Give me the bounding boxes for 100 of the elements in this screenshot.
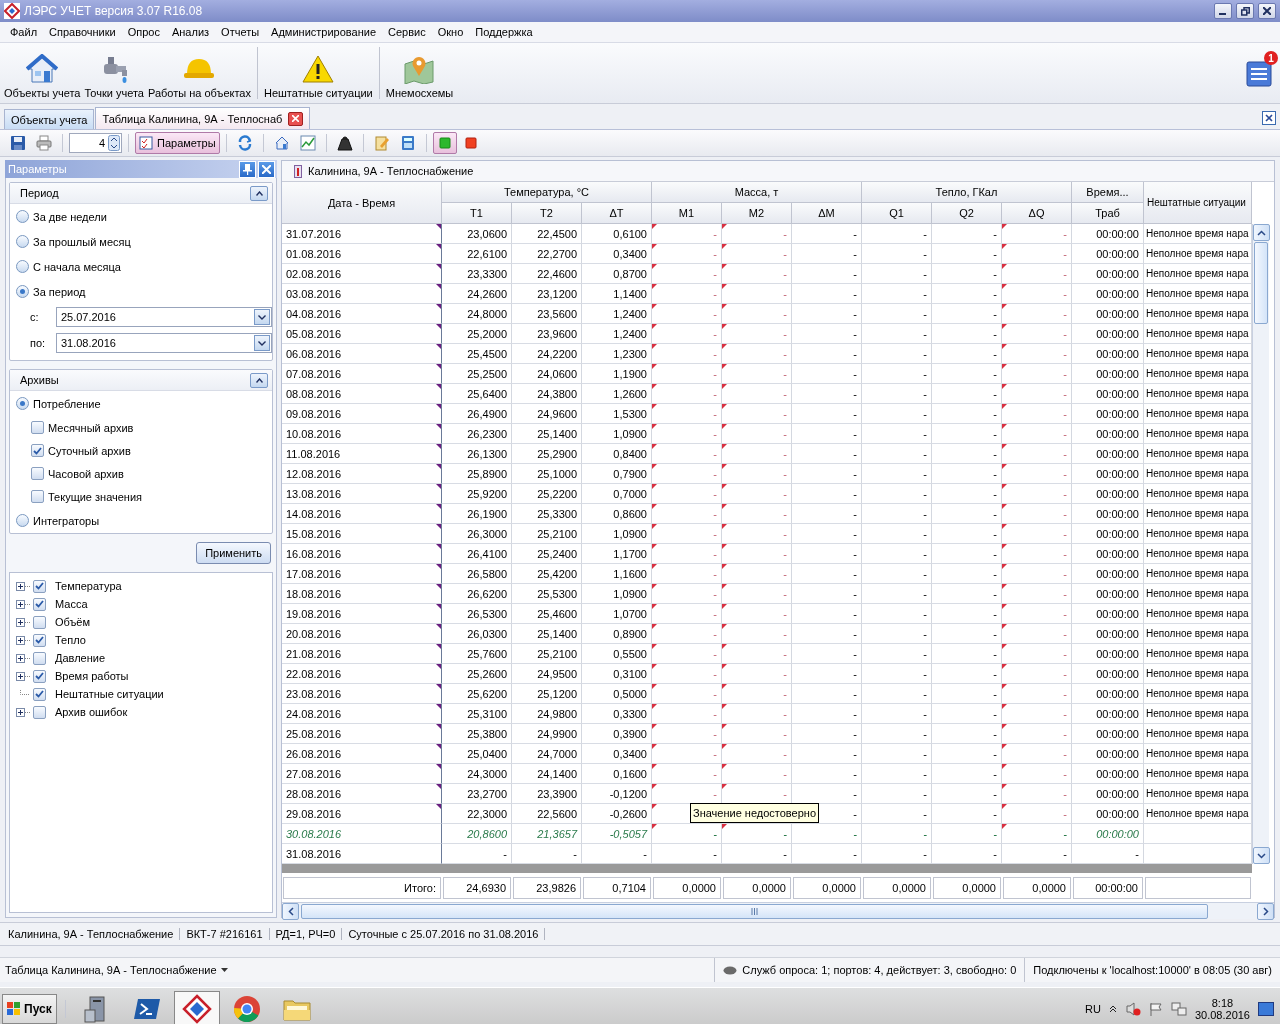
pin-button[interactable] — [239, 160, 256, 178]
radio-option[interactable]: Потребление — [10, 391, 272, 416]
expand-icon[interactable] — [16, 635, 30, 645]
scroll-left-button[interactable] — [282, 902, 299, 920]
checkbox-option[interactable]: Суточный архив — [10, 439, 272, 462]
expand-icon[interactable] — [16, 617, 30, 627]
expand-icon[interactable] — [16, 599, 30, 609]
speaker-muted-icon[interactable] — [1124, 1001, 1141, 1017]
language-indicator[interactable]: RU — [1085, 1003, 1101, 1015]
toolbar-button[interactable]: Работы на объектах — [145, 43, 253, 103]
menu-item[interactable]: Справочники — [43, 26, 122, 38]
checkbox-option[interactable]: Текущие значения — [10, 485, 272, 508]
tree-item[interactable]: Нештатные ситуации — [55, 688, 164, 700]
checkbox[interactable] — [31, 421, 44, 434]
radio-button[interactable] — [16, 210, 29, 223]
menu-item[interactable]: Сервис — [382, 26, 432, 38]
dropdown-button[interactable] — [254, 335, 270, 351]
minimize-button[interactable] — [1214, 3, 1232, 19]
scroll-right-button[interactable] — [1257, 902, 1274, 920]
radio-option[interactable]: За прошлый месяц — [10, 229, 272, 254]
scroll-down-button[interactable] — [1253, 847, 1270, 864]
document-tab[interactable]: Объекты учета — [4, 109, 95, 129]
tree-item[interactable]: Масса — [55, 598, 88, 610]
radio-button[interactable] — [16, 514, 29, 527]
parameters-button[interactable]: Параметры — [135, 132, 220, 154]
close-button[interactable] — [1258, 3, 1276, 19]
column-header[interactable]: ΔT — [582, 203, 652, 224]
show-desktop-icon[interactable] — [1258, 1002, 1274, 1016]
scrollbar-thumb[interactable] — [301, 903, 1208, 919]
radio-option[interactable]: С начала месяца — [10, 254, 272, 279]
checkbox[interactable] — [33, 579, 46, 593]
tab-close-button[interactable] — [288, 111, 304, 126]
checkbox[interactable] — [33, 615, 46, 629]
chevron-up-icon[interactable] — [1108, 1005, 1117, 1013]
date-field[interactable]: 25.07.2016 — [55, 307, 272, 327]
checkbox[interactable] — [33, 687, 46, 701]
column-header[interactable]: M1 — [652, 203, 722, 224]
tree-item[interactable]: Давление — [55, 652, 106, 664]
radio-option[interactable]: Интеграторы — [10, 508, 272, 533]
toolbar-button[interactable]: Нештатные ситуации — [261, 43, 375, 103]
collapse-button[interactable] — [250, 372, 268, 388]
menu-item[interactable]: Анализ — [165, 26, 216, 38]
column-header[interactable]: ΔM — [792, 203, 862, 224]
apply-button[interactable]: Применить — [196, 542, 271, 564]
column-header[interactable]: Q2 — [932, 203, 1002, 224]
checkbox-option[interactable]: Месячный архив — [10, 416, 272, 439]
radio-option[interactable]: За период — [10, 279, 272, 304]
flag-icon[interactable] — [1148, 1002, 1163, 1016]
count-spinner[interactable]: 4 — [69, 133, 122, 153]
radio-option[interactable]: За две недели — [10, 204, 272, 229]
expand-icon[interactable] — [16, 707, 30, 717]
toolbar-button[interactable]: Мнемосхемы — [383, 43, 456, 103]
taskbar-app[interactable] — [173, 991, 220, 1024]
menu-item[interactable]: Окно — [431, 26, 470, 38]
menu-item[interactable]: Администрирование — [265, 26, 382, 38]
tree-item[interactable]: Тепло — [55, 634, 86, 646]
checkbox[interactable] — [33, 597, 46, 611]
column-header[interactable]: ΔQ — [1002, 203, 1072, 224]
checkbox[interactable] — [33, 633, 46, 647]
network-icon[interactable] — [1170, 1001, 1187, 1017]
scroll-up-button[interactable] — [1253, 224, 1270, 241]
radio-button[interactable] — [16, 285, 29, 298]
expand-icon[interactable] — [16, 581, 30, 591]
expand-icon[interactable] — [16, 671, 30, 681]
column-header[interactable]: T1 — [442, 203, 512, 224]
toolbar-button[interactable]: Объекты учета — [2, 43, 83, 103]
checkbox[interactable] — [31, 490, 44, 503]
scrollbar-thumb[interactable] — [1254, 242, 1268, 324]
toolbar-button[interactable]: Точки учета — [82, 43, 146, 103]
menu-item[interactable]: Файл — [4, 26, 44, 38]
column-header[interactable]: Траб — [1072, 203, 1144, 224]
radio-button[interactable] — [16, 397, 29, 410]
checkbox[interactable] — [33, 651, 46, 665]
clock[interactable]: 8:18 30.08.2016 — [1194, 997, 1250, 1021]
column-header[interactable]: Q1 — [862, 203, 932, 224]
date-field[interactable]: 31.08.2016 — [55, 333, 272, 353]
document-tab[interactable]: Таблица Калинина, 9А - Теплоснаб — [95, 107, 311, 129]
checkbox[interactable] — [31, 444, 44, 457]
start-button[interactable]: Пуск — [2, 994, 57, 1024]
tree-item[interactable]: Время работы — [55, 670, 129, 682]
close-icon[interactable] — [1262, 111, 1276, 125]
expand-icon[interactable] — [16, 653, 30, 663]
dropdown-button[interactable] — [254, 309, 270, 325]
radio-button[interactable] — [16, 260, 29, 273]
checkbox-option[interactable]: Часовой архив — [10, 462, 272, 485]
collapse-button[interactable] — [250, 185, 268, 201]
column-header[interactable]: Дата - Время — [282, 182, 442, 224]
checkbox[interactable] — [31, 467, 44, 480]
tree-item[interactable]: Архив ошибок — [55, 706, 128, 718]
column-header[interactable]: Нештатные ситуации — [1144, 182, 1252, 224]
checkbox[interactable] — [33, 669, 46, 683]
tree-item[interactable]: Температура — [55, 580, 122, 592]
tree-item[interactable]: Объём — [55, 616, 91, 628]
column-header[interactable]: T2 — [512, 203, 582, 224]
menu-item[interactable]: Отчеты — [215, 26, 266, 38]
radio-button[interactable] — [16, 235, 29, 248]
menu-item[interactable]: Поддержка — [469, 26, 539, 38]
menu-item[interactable]: Опрос — [121, 26, 166, 38]
maximize-button[interactable] — [1236, 3, 1254, 19]
checkbox[interactable] — [33, 705, 46, 719]
